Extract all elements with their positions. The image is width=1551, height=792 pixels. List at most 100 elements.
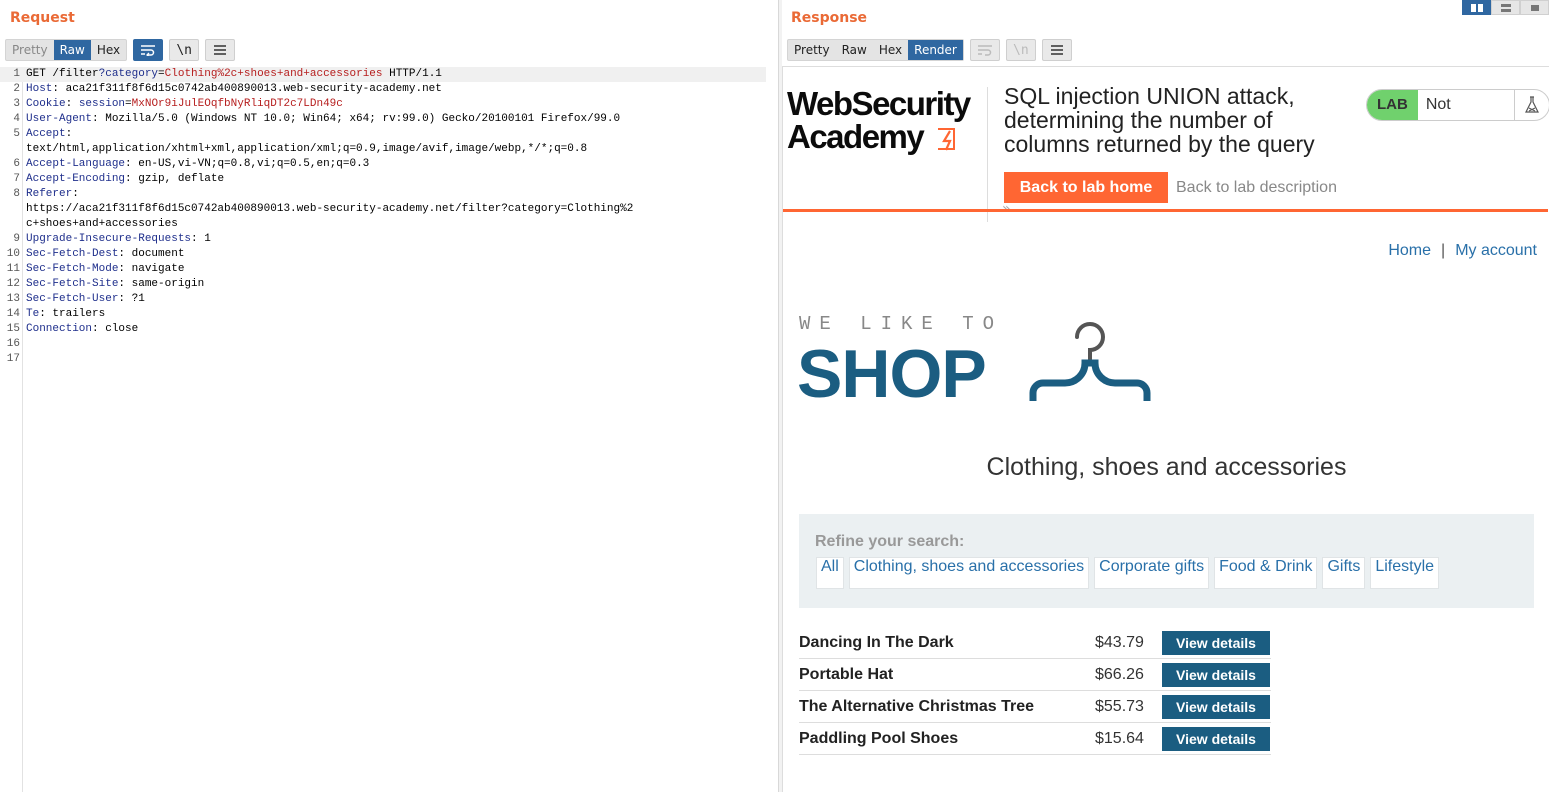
tab-pretty[interactable]: Pretty [788, 40, 836, 60]
code-token: Accept [26, 128, 66, 140]
request-line[interactable]: 1 GET /filter?category=Clothing%2c+shoes+… [0, 67, 766, 82]
view-details-button[interactable]: View details [1162, 727, 1270, 751]
refine-search-panel: Refine your search: All Clothing, shoes a… [799, 514, 1534, 608]
tab-render[interactable]: Render [908, 40, 963, 60]
filter-link[interactable]: All [816, 557, 844, 589]
filter-link[interactable]: Lifestyle [1370, 557, 1440, 589]
line-number: 7 [13, 173, 20, 185]
request-line[interactable]: 6 Accept-Language: en-US,vi-VN;q=0.8,vi;q… [0, 157, 766, 172]
line-code: Sec-Fetch-User: ?1 [26, 292, 145, 307]
newline-button[interactable]: \n [1005, 39, 1036, 61]
code-token: Sec-Fetch-Mode [26, 263, 119, 275]
request-line[interactable]: c+shoes+and+accessories [0, 217, 766, 232]
back-to-lab-home-button[interactable]: Back to lab home [1004, 172, 1168, 203]
code-token: Upgrade-Insecure-Requests [26, 233, 192, 245]
wrap-lines-icon [977, 45, 992, 56]
tab-hex[interactable]: Hex [91, 40, 126, 60]
code-token: : close [92, 323, 139, 335]
line-number: 1 [13, 68, 20, 80]
request-menu-button[interactable] [205, 39, 236, 61]
filter-link[interactable]: Corporate gifts [1094, 557, 1210, 589]
request-line[interactable]: https://aca21f311f8f6d15c0742ab400890013… [0, 202, 766, 217]
line-number: 3 [13, 98, 20, 110]
product-price: $66.26 [1095, 666, 1144, 683]
line-number: 17 [6, 353, 20, 365]
lab-title: SQL injection UNION attack, determining … [1004, 83, 1315, 157]
wrap-lines-button[interactable] [969, 39, 1000, 61]
product-list: Dancing In The Dark $43.79 View details Por… [799, 627, 1271, 755]
request-line[interactable]: 10 Sec-Fetch-Dest: document [0, 247, 766, 262]
request-line[interactable]: 13 Sec-Fetch-User: ?1 [0, 292, 766, 307]
product-name: Dancing In The Dark [799, 634, 954, 651]
request-line[interactable]: 14 Te: trailers [0, 307, 766, 322]
request-line[interactable]: text/html,application/xhtml+xml,applicat… [0, 142, 766, 157]
line-number: 10 [6, 248, 20, 260]
request-editor[interactable]: 1 GET /filter?category=Clothing%2c+shoes+… [0, 67, 770, 792]
header-rule [783, 209, 1548, 212]
request-line[interactable]: 3 Cookie: session=MxNOr9iJulEOqfbNyRliqDT… [0, 97, 766, 112]
code-token: = [158, 68, 165, 80]
request-line[interactable]: 8 Referer: [0, 187, 766, 202]
product-row: Paddling Pool Shoes $15.64 View details [799, 723, 1271, 755]
response-menu-button[interactable] [1041, 39, 1072, 61]
product-name: Paddling Pool Shoes [799, 730, 959, 747]
response-title: Response [791, 10, 868, 26]
code-token: : aca21f311f8f6d15c0742ab400890013.web-s… [52, 83, 442, 95]
request-line[interactable]: 17 [0, 352, 766, 367]
request-line[interactable]: 4 User-Agent: Mozilla/5.0 (Windows NT 10.… [0, 112, 766, 127]
code-token: Sec-Fetch-Site [26, 278, 119, 290]
tab-raw[interactable]: Raw [53, 40, 91, 60]
line-code: Sec-Fetch-Mode: navigate [26, 262, 184, 277]
code-token: Sec-Fetch-Dest [26, 248, 119, 260]
request-line[interactable]: 15 Connection: close [0, 322, 766, 337]
view-details-button[interactable]: View details [1162, 631, 1270, 655]
nav-separator: | [1441, 242, 1446, 259]
line-code: Connection: close [26, 322, 138, 337]
nav-home-link[interactable]: Home [1388, 242, 1431, 260]
view-details-button[interactable]: View details [1162, 695, 1270, 719]
tab-raw[interactable]: Raw [836, 40, 873, 60]
request-line[interactable]: 11 Sec-Fetch-Mode: navigate [0, 262, 766, 277]
wrap-lines-button[interactable] [133, 39, 164, 61]
line-code: Accept-Encoding: gzip, deflate [26, 172, 224, 187]
request-pane: Request Pretty Raw Hex \n 1 GET /filter?c… [0, 0, 778, 792]
newline-icon: \n [176, 42, 192, 58]
top-nav: Home | My account [1388, 242, 1537, 260]
bolt-icon [938, 128, 955, 151]
tab-pretty[interactable]: Pretty [6, 40, 54, 60]
line-code: c+shoes+and+accessories [26, 217, 178, 232]
tab-hex[interactable]: Hex [873, 40, 908, 60]
request-line[interactable]: 7 Accept-Encoding: gzip, deflate [0, 172, 766, 187]
lab-badge: LAB [1367, 90, 1418, 120]
refine-label: Refine your search: [815, 533, 965, 550]
line-number: 6 [13, 158, 20, 170]
filter-link[interactable]: Clothing, shoes and accessories [848, 557, 1090, 589]
request-line[interactable]: 2 Host: aca21f311f8f6d15c0742ab400890013.… [0, 82, 766, 97]
code-token: Referer [26, 188, 73, 200]
view-details-button[interactable]: View details [1162, 663, 1270, 687]
line-code: User-Agent: Mozilla/5.0 (Windows NT 10.0… [26, 112, 620, 127]
layout-split-icon[interactable] [1462, 0, 1491, 15]
line-number: 4 [13, 113, 20, 125]
line-number: 9 [13, 233, 20, 245]
filter-link[interactable]: Gifts [1322, 557, 1366, 589]
academy-header: WebSecurity Academy SQL injection UNION … [783, 67, 1549, 222]
line-number: 13 [6, 293, 20, 305]
request-line[interactable]: 12 Sec-Fetch-Site: same-origin [0, 277, 766, 292]
line-code: Host: aca21f311f8f6d15c0742ab400890013.w… [26, 82, 442, 97]
request-line[interactable]: 16 [0, 337, 766, 352]
newline-button[interactable]: \n [169, 39, 200, 61]
request-line[interactable]: 9 Upgrade-Insecure-Requests: 1 [0, 232, 766, 247]
back-to-lab-description-link[interactable]: Back to lab description [1176, 179, 1337, 197]
response-view-tabs: Pretty Raw Hex Render [787, 39, 964, 61]
code-token: Cookie [26, 98, 66, 110]
layout-single-icon[interactable] [1520, 0, 1549, 15]
request-line[interactable]: 5 Accept: [0, 127, 766, 142]
filter-link[interactable]: Food & Drink [1214, 557, 1318, 589]
nav-my-account-link[interactable]: My account [1455, 242, 1537, 260]
line-number: 12 [6, 278, 20, 290]
line-code: Sec-Fetch-Dest: document [26, 247, 184, 262]
code-token: : same-origin [118, 278, 205, 290]
rendered-page: WebSecurity Academy SQL injection UNION … [782, 66, 1549, 792]
layout-horizontal-icon[interactable] [1491, 0, 1520, 15]
